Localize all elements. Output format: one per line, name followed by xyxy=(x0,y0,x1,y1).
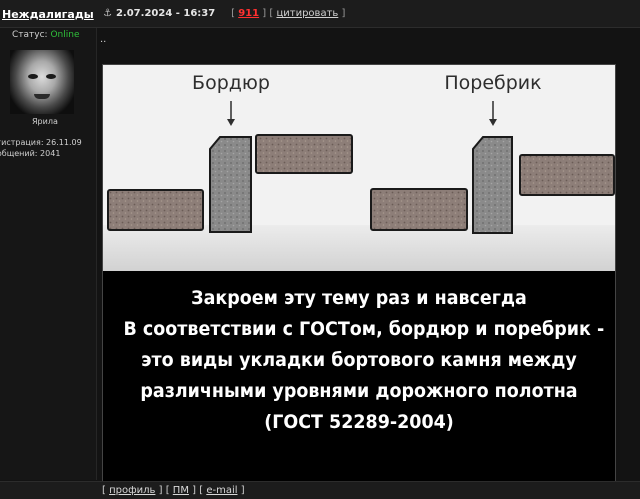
label-porebrik: Поребрик xyxy=(444,72,541,94)
caption-line: Закроем эту тему раз и навсегда xyxy=(191,287,527,309)
caption-line: В соответствии с ГОСТом, бордюр и поребр… xyxy=(123,318,605,340)
bracket: ] [ xyxy=(158,485,170,496)
footer-links: [ профиль ] [ ПМ ] [ e-mail ] xyxy=(102,485,245,496)
avatar-eye-left xyxy=(28,74,38,79)
post-number-link[interactable]: 911 xyxy=(238,8,259,19)
status-label: Статус: xyxy=(12,30,48,40)
bracket: ] xyxy=(240,485,245,496)
post-footer: [ профиль ] [ ПМ ] [ e-mail ] xyxy=(0,481,640,499)
avatar-caption: Ярила xyxy=(32,117,58,126)
post-header: Неждалигады ⚓ 2.07.2024 - 16:37 [ 911 ] [… xyxy=(0,0,640,28)
email-link[interactable]: e-mail xyxy=(206,485,237,496)
pm-link[interactable]: ПМ xyxy=(173,485,189,496)
caption-line: различными уровнями дорожного полотна xyxy=(140,380,578,402)
meme-image: Бордюр Поребрик Закроем эту тему раз и н… xyxy=(102,64,616,482)
bracket: ] [ xyxy=(192,485,204,496)
bracket-close-2: ] xyxy=(341,8,346,19)
user-status: Статус: Online xyxy=(12,30,80,40)
avatar-mouth xyxy=(34,94,50,99)
post-date: 2.07.2024 - 16:37 xyxy=(115,8,216,19)
profile-link[interactable]: профиль xyxy=(109,485,155,496)
meme-caption: Закроем эту тему раз и навсегда В соотве… xyxy=(123,283,605,438)
posts-count: ообщений: 2041 xyxy=(0,149,61,158)
caption-line: это виды укладки бортового камня между xyxy=(141,349,577,371)
bracket-close: ] [ xyxy=(262,8,274,19)
quote-link[interactable]: цитировать xyxy=(276,8,338,19)
user-sidebar: Статус: Online Ярила егистрация: 26.11.0… xyxy=(0,28,97,480)
post-meta: ⚓ 2.07.2024 - 16:37 [ 911 ] [ цитировать … xyxy=(103,8,345,19)
avatar xyxy=(10,50,74,114)
post-body-text: .. xyxy=(100,34,107,45)
avatar-eye-right xyxy=(46,74,56,79)
anchor-icon[interactable]: ⚓ xyxy=(103,8,112,19)
bracket-open: [ xyxy=(231,8,236,19)
caption-line: (ГОСТ 52289-2004) xyxy=(264,411,454,433)
bracket: [ xyxy=(102,485,106,496)
status-online: Online xyxy=(50,30,80,40)
registration-date: егистрация: 26.11.09 xyxy=(0,138,82,147)
author-name-link[interactable]: Неждалигады xyxy=(2,8,94,21)
label-bordyur: Бордюр xyxy=(192,72,270,94)
